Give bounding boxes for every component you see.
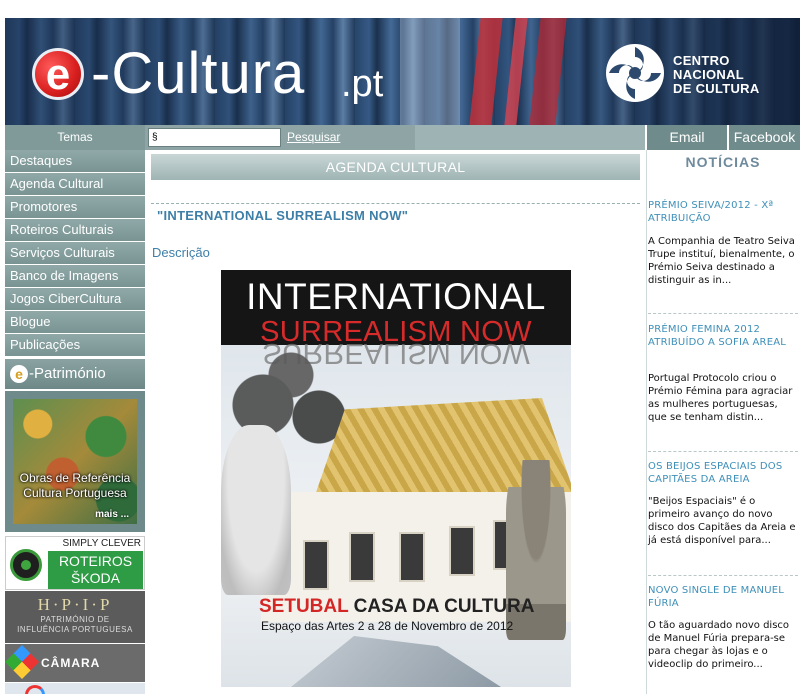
skoda-line: ŠKODA xyxy=(70,570,120,586)
poster-venue: SETUBAL CASA DA CULTURA xyxy=(259,596,535,618)
camara-clara-banner[interactable]: CÂMARA CLARA xyxy=(5,644,145,682)
cnc-emblem-icon[interactable] xyxy=(605,43,665,103)
camara-clara-icon xyxy=(5,645,39,679)
poster-window xyxy=(449,526,475,576)
skoda-label: ROTEIROS ŠKODA xyxy=(48,551,143,589)
news-title[interactable]: OS BEIJOS ESPACIAIS DOS CAPITÃES DA AREI… xyxy=(648,461,798,486)
divider xyxy=(151,203,640,204)
cnc-line: DE CULTURA xyxy=(673,81,760,96)
search-input[interactable] xyxy=(148,128,281,147)
news-body: Portugal Protocolo criou o Prémio Fémina… xyxy=(648,373,793,423)
poster-venue-city: SETUBAL xyxy=(259,596,349,617)
navbar-spacer xyxy=(415,125,645,150)
banner-stripe xyxy=(400,18,460,125)
left-sidebar: Destaques Agenda Cultural Promotores Roteir… xyxy=(5,150,145,694)
news-title[interactable]: PRÉMIO SEIVA/2012 - Xª ATRIBUIÇÃO xyxy=(648,200,798,225)
poster-dates: Espaço das Artes 2 a 28 de Novembro de 2… xyxy=(261,619,514,633)
sidebar-item[interactable]: Promotores xyxy=(5,196,145,218)
obras-caption: Obras de Referência Cultura Portuguesa xyxy=(13,471,137,501)
poster-window xyxy=(399,532,425,582)
skoda-line: ROTEIROS xyxy=(58,553,133,569)
sidebar-menu: Destaques Agenda Cultural Promotores Roteir… xyxy=(5,150,145,356)
top-navbar: Temas Pesquisar Email Facebook xyxy=(5,125,800,150)
sidebar-item[interactable]: Jogos CiberCultura xyxy=(5,288,145,310)
site-logo-tld[interactable]: .pt xyxy=(341,64,383,104)
roteiros-skoda-banner[interactable]: SIMPLY CLEVER ROTEIROS ŠKODA xyxy=(5,536,145,590)
hpip-subtitle: PATRIMÓNIO DE xyxy=(40,615,110,624)
poster-bust xyxy=(221,425,291,595)
banner-stripe xyxy=(529,18,567,125)
news-title[interactable]: NOVO SINGLE DE MANUEL FÚRIA xyxy=(648,585,798,610)
obras-line: Obras de Referência xyxy=(19,471,131,485)
skoda-logo-icon xyxy=(10,549,42,581)
header-banner: e -Cultura .pt CENTRO NACIONAL DE CULTUR… xyxy=(5,18,800,125)
news-title[interactable]: PRÉMIO FEMINA 2012 ATRIBUÍDO A SOFIA ARE… xyxy=(648,324,798,349)
patrimonio-label: -Património xyxy=(29,365,106,382)
site-logo-text[interactable]: -Cultura xyxy=(91,44,305,104)
sidebar-item[interactable]: Publicações xyxy=(5,334,145,356)
site-logo-e[interactable]: e xyxy=(32,48,84,100)
description-label: Descrição xyxy=(152,245,210,260)
banner-stripe xyxy=(469,18,503,125)
temas-button[interactable]: Temas xyxy=(5,125,145,150)
email-link[interactable]: Email xyxy=(645,125,727,150)
sidebar-item[interactable]: Blogue xyxy=(5,311,145,333)
sidebar-item[interactable]: Agenda Cultural xyxy=(5,173,145,195)
sidebar-item[interactable]: Roteiros Culturais xyxy=(5,219,145,241)
sidebar-item[interactable]: Banco de Imagens xyxy=(5,265,145,287)
news-divider xyxy=(648,451,798,452)
news-body: "Beijos Espaciais" é o primeiro avanço d… xyxy=(648,496,796,546)
hpip-banner[interactable]: H·P·I·P PATRIMÓNIO DE INFLUÊNCIA PORTUGU… xyxy=(5,591,145,643)
event-title: "INTERNATIONAL SURREALISM NOW" xyxy=(157,208,409,223)
hpip-subtitle: INFLUÊNCIA PORTUGUESA xyxy=(17,625,133,634)
obras-artwork: Obras de Referência Cultura Portuguesa m… xyxy=(13,399,137,524)
news-divider xyxy=(648,313,798,314)
news-body: O tão aguardado novo disco de Manuel Fúr… xyxy=(648,620,790,670)
sidebar-item[interactable]: Serviços Culturais xyxy=(5,242,145,264)
facebook-link[interactable]: Facebook xyxy=(727,125,800,150)
cnc-logo-text[interactable]: CENTRO NACIONAL DE CULTURA xyxy=(673,54,760,96)
sidebar-item[interactable]: Destaques xyxy=(5,150,145,172)
skoda-tagline: SIMPLY CLEVER xyxy=(62,538,141,549)
news-body: A Companhia de Teatro Seiva Trupe instit… xyxy=(648,236,795,286)
poster-venue-name: CASA DA CULTURA xyxy=(348,596,535,617)
partial-banner[interactable] xyxy=(5,683,145,694)
obras-referencia-banner[interactable]: Obras de Referência Cultura Portuguesa m… xyxy=(5,391,145,532)
cnc-line: NACIONAL xyxy=(673,67,745,82)
poster-title: INTERNATIONAL xyxy=(246,276,546,317)
patrimonio-link[interactable]: e -Património xyxy=(5,359,145,389)
banner-stripe xyxy=(504,18,528,125)
poster-window xyxy=(303,540,329,590)
hpip-title: H·P·I·P xyxy=(37,595,113,614)
news-divider xyxy=(648,575,798,576)
obras-line: Cultura Portuguesa xyxy=(23,486,127,500)
section-title: AGENDA CULTURAL xyxy=(151,154,640,180)
obras-more-link[interactable]: mais ... xyxy=(95,509,129,520)
news-heading: NOTÍCIAS xyxy=(685,154,761,170)
event-poster: INTERNATIONAL SURREALISM NOW SURREALISM … xyxy=(221,270,571,687)
cnc-line: CENTRO xyxy=(673,53,730,68)
patrimonio-e-icon: e xyxy=(10,365,28,384)
search-link[interactable]: Pesquisar xyxy=(287,125,340,150)
poster-window xyxy=(349,532,375,582)
